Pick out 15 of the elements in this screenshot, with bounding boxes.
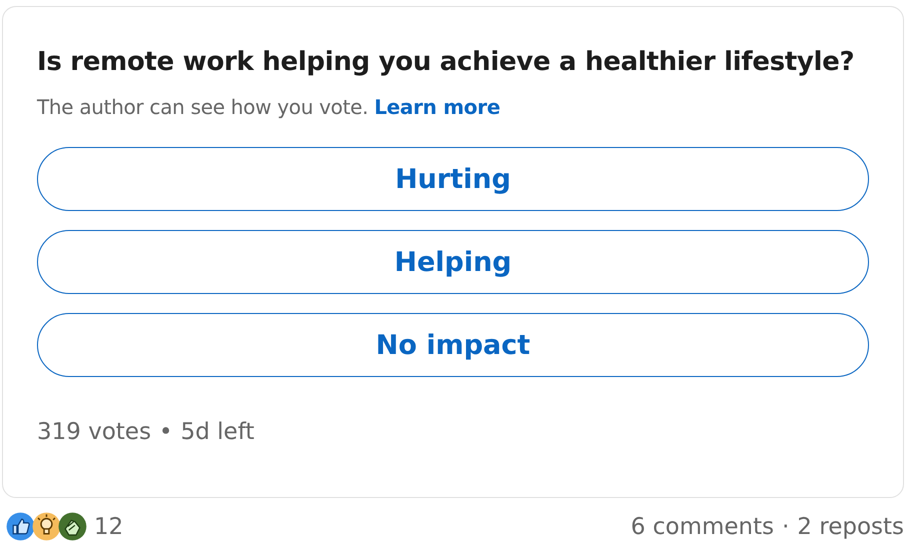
thumbs-up-icon bbox=[6, 512, 35, 541]
lightbulb-icon bbox=[32, 512, 61, 541]
reposts-link[interactable]: 2 reposts bbox=[797, 514, 904, 540]
separator-dot: • bbox=[159, 419, 173, 445]
time-left: 5d left bbox=[180, 419, 254, 445]
poll-option-button[interactable]: No impact bbox=[37, 313, 869, 377]
poll-option-button[interactable]: Helping bbox=[37, 230, 869, 294]
separator-dot: · bbox=[782, 514, 790, 540]
vote-notice: The author can see how you vote. bbox=[37, 95, 368, 119]
learn-more-link[interactable]: Learn more bbox=[374, 95, 500, 119]
comments-link[interactable]: 6 comments bbox=[630, 514, 774, 540]
poll-option-button[interactable]: Hurting bbox=[37, 147, 869, 211]
poll-question: Is remote work helping you achieve a healthier lifestyle? bbox=[37, 47, 856, 77]
vote-count: 319 votes bbox=[37, 419, 152, 445]
reaction-count[interactable]: 12 bbox=[94, 514, 124, 540]
